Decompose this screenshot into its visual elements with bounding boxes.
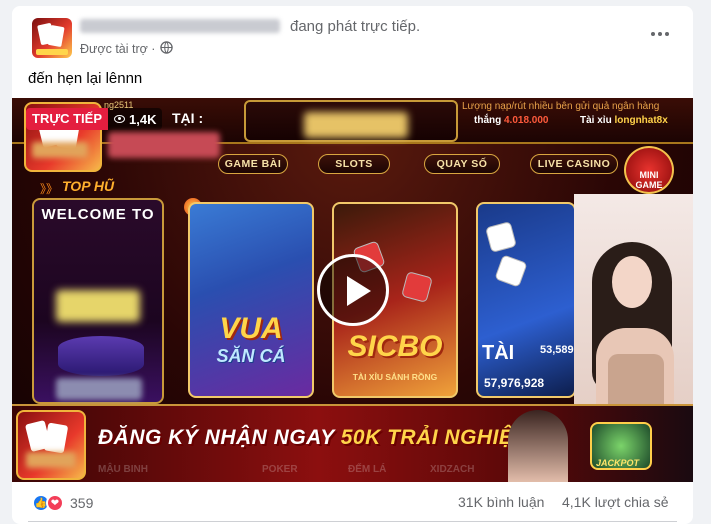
crown-blurred: [304, 112, 408, 138]
shares-count[interactable]: 4,1K lượt chia sẻ: [562, 494, 669, 510]
nav-slots: SLOTS: [318, 154, 390, 174]
ticker-line-1: Lượng nạp/rút nhiều bên gửi quả ngân hàn…: [462, 101, 660, 112]
viewer-count: 1,4K: [108, 108, 163, 130]
banner-model: [508, 410, 568, 482]
ticker-line-3: Tài xỉu longnhat8x: [580, 115, 668, 126]
love-reaction-icon: ❤: [46, 494, 64, 512]
promo-text: ĐĂNG KÝ NHẬN NGAY 50K TRẢI NGHIỆM: [98, 426, 532, 449]
nav-game-bai: GAME BÀI: [218, 154, 288, 174]
reaction-count: 359: [70, 495, 94, 511]
reactions[interactable]: 👍 ❤ 359: [32, 494, 93, 512]
welcome-panel: WELCOME TO: [32, 198, 164, 404]
tile-subtitle: TÀI XỈU SẢNH RỒNG: [352, 372, 438, 382]
eye-icon: [114, 115, 126, 123]
tile-subtitle: SĂN CÁ: [216, 346, 286, 366]
user-label: ng2511: [104, 100, 134, 110]
live-badge: TRỰC TIẾP 1,4K: [26, 108, 163, 130]
live-status-text: đang phát trực tiếp.: [290, 18, 421, 35]
streamer-video: [574, 194, 693, 404]
ticker-line-2: thắng 4.018.000: [474, 115, 549, 126]
ghost-label: XIDZACH: [430, 464, 475, 475]
tai-total: 57,976,928: [484, 376, 545, 390]
globe-icon: [160, 41, 173, 54]
ghost-label: ĐẾM LÁ: [348, 464, 387, 475]
banner-logo: [16, 410, 86, 480]
promo-banner: ĐĂNG KÝ NHẬN NGAY 50K TRẢI NGHIỆM MẬU BI…: [12, 404, 693, 482]
tai-text: TÀI: [482, 342, 515, 364]
top-hu-label: TOP HŨ: [62, 178, 115, 194]
ghost-label: POKER: [262, 464, 298, 475]
live-label: TRỰC TIẾP: [26, 108, 109, 130]
post-caption: đến hẹn lại lênnn: [28, 70, 143, 87]
page-avatar[interactable]: [32, 18, 72, 58]
tai-blurred: [108, 132, 220, 158]
game-tile-tai-xiu: TÀI 57,976,928: [476, 202, 576, 398]
tile-title: SICBO: [347, 330, 443, 363]
top-hu-arrows: 》》: [40, 182, 59, 196]
ghost-label: MẬU BINH: [98, 464, 148, 475]
nav-quay-so: QUAY SỐ: [424, 154, 500, 174]
tai-count: 53,589: [540, 344, 574, 356]
post-card: đang phát trực tiếp. Được tài trợ · đến …: [12, 6, 693, 524]
play-icon[interactable]: [317, 254, 389, 326]
more-options-icon[interactable]: [646, 24, 674, 44]
sponsored-label[interactable]: Được tài trợ ·: [80, 42, 155, 56]
divider: [28, 521, 677, 522]
live-video[interactable]: TRỰC TIẾP 1,4K ng2511 TẠI : Lượng nạp/rú…: [12, 98, 693, 482]
nav-live-casino: LIVE CASINO: [530, 154, 618, 174]
tai-label: TẠI :: [172, 110, 204, 126]
game-tile-vua-san-ca: VUA SĂN CÁ: [188, 202, 314, 398]
welcome-title: WELCOME TO: [41, 206, 155, 223]
viewer-count-value: 1,4K: [129, 111, 157, 127]
logo-blurred: [32, 142, 88, 158]
jackpot-text: JACKPOT: [596, 458, 640, 468]
post-header: đang phát trực tiếp. Được tài trợ ·: [12, 6, 693, 62]
mini-game-button: MINI GAME: [624, 146, 674, 194]
page-name-blurred[interactable]: [80, 19, 280, 33]
tile-title: VUA: [219, 312, 283, 345]
comments-count[interactable]: 31K bình luận: [458, 494, 544, 510]
